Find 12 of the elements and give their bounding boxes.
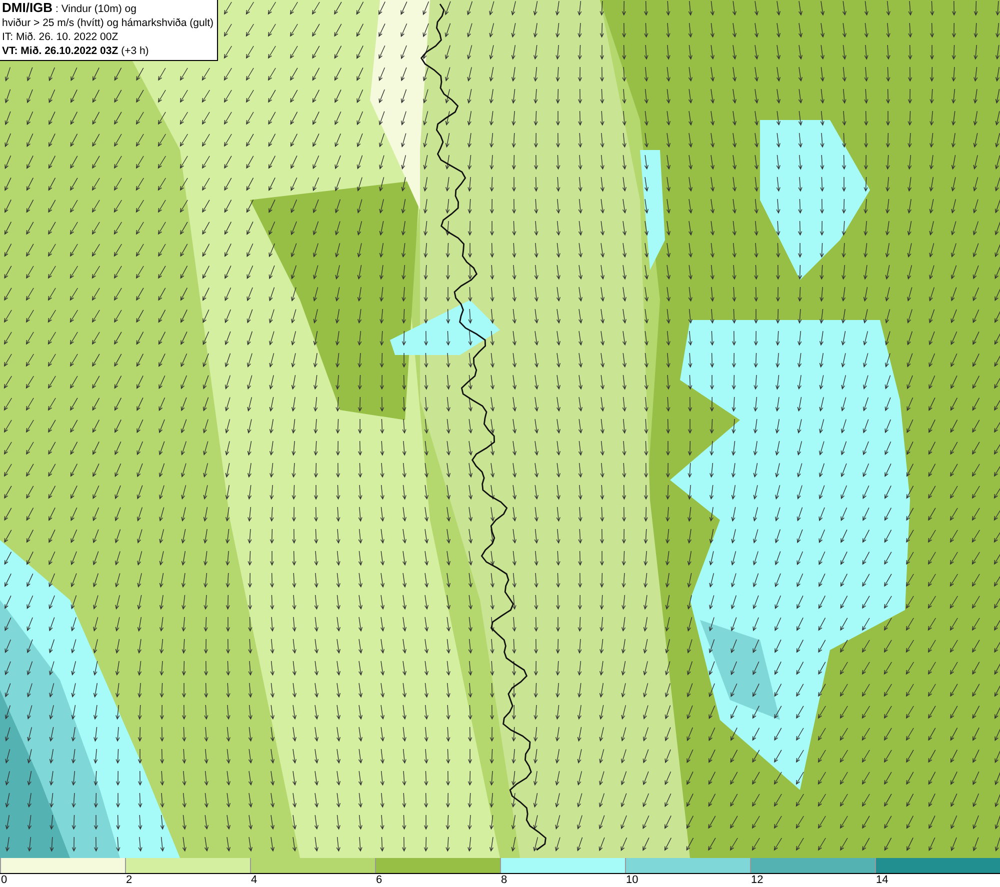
scale-label: 0 [0,874,8,887]
scale-label: 8 [500,874,508,887]
scale-label: 2 [125,874,132,887]
map-title: DMI/IGB : Vindur (10m) og [2,1,138,16]
scale-label: 6 [375,874,382,887]
map-info-text: IT: Mið. 26. 10. 2022 00Z [2,30,120,44]
map-info-text: VT: Mið. 26.10.2022 03Z (+3 h) [2,44,150,58]
scale-label: 10 [625,874,638,887]
scale-label: 12 [750,874,764,887]
map-info-text: hviður > 25 m/s (hvítt) og hámarkshviða (gult) [2,16,214,30]
scale-label: 14 [875,874,888,887]
scale-label: 4 [250,874,258,887]
